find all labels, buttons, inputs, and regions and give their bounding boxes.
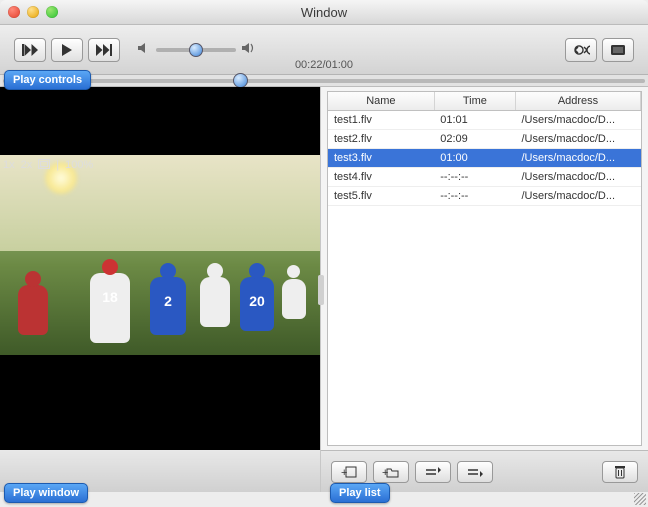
timecode: 00:22/01:00 xyxy=(295,59,353,71)
next-track-button[interactable] xyxy=(88,38,120,62)
zoom-sep: | xyxy=(56,159,59,171)
volume-low-icon xyxy=(138,41,150,59)
play-window-callout: Play window xyxy=(4,483,88,503)
cell-name: test1.flv xyxy=(328,111,434,130)
window-title: Window xyxy=(0,5,648,20)
cell-address: /Users/macdoc/D... xyxy=(516,111,641,130)
play-controls-callout: Play controls xyxy=(4,70,91,90)
toolbar: 00:22/01:00 xyxy=(0,25,648,75)
play-list-callout: Play list xyxy=(330,483,390,503)
fullscreen-button[interactable] xyxy=(602,38,634,62)
col-address[interactable]: Address xyxy=(516,92,641,111)
volume-control xyxy=(138,41,256,59)
seek-track xyxy=(3,79,645,83)
play-button[interactable] xyxy=(51,38,83,62)
cell-address: /Users/macdoc/D... xyxy=(516,187,641,206)
move-down-button[interactable] xyxy=(457,461,493,483)
prev-track-button[interactable] xyxy=(14,38,46,62)
add-file-button[interactable]: + xyxy=(331,461,367,483)
cell-address: /Users/macdoc/D... xyxy=(516,168,641,187)
table-row[interactable]: test5.flv--:--:--/Users/macdoc/D... xyxy=(328,187,641,206)
cell-name: test5.flv xyxy=(328,187,434,206)
zoom-window-button[interactable] xyxy=(46,6,58,18)
cell-name: test3.flv xyxy=(328,149,434,168)
cell-address: /Users/macdoc/D... xyxy=(516,130,641,149)
delete-item-button[interactable] xyxy=(602,461,638,483)
table-row[interactable]: test1.flv01:01/Users/macdoc/D... xyxy=(328,111,641,130)
video-frame: 18 2 20 1x 2x | 100% xyxy=(0,155,320,355)
titlebar: Window xyxy=(0,0,648,25)
main-area: 18 2 20 1x 2x | 100% Name Time xyxy=(0,87,648,492)
table-row[interactable]: test4.flv--:--:--/Users/macdoc/D... xyxy=(328,168,641,187)
cell-name: test4.flv xyxy=(328,168,434,187)
seek-thumb[interactable] xyxy=(233,73,248,88)
table-row[interactable]: test2.flv02:09/Users/macdoc/D... xyxy=(328,130,641,149)
minimize-window-button[interactable] xyxy=(27,6,39,18)
cell-name: test2.flv xyxy=(328,130,434,149)
volume-slider[interactable] xyxy=(156,48,236,52)
volume-thumb[interactable] xyxy=(189,43,203,57)
loop-button[interactable] xyxy=(565,38,597,62)
zoom-percent: 100% xyxy=(65,159,93,171)
table-row[interactable]: test3.flv01:00/Users/macdoc/D... xyxy=(328,149,641,168)
playlist-pane: Name Time Address test1.flv01:01/Users/m… xyxy=(320,87,648,492)
volume-high-icon xyxy=(242,41,256,59)
cell-time: --:--:-- xyxy=(434,168,515,187)
cell-time: 02:09 xyxy=(434,130,515,149)
transport-controls xyxy=(14,38,120,62)
col-name[interactable]: Name xyxy=(328,92,434,111)
zoom-1x-button[interactable]: 1x xyxy=(3,159,15,171)
table-header: Name Time Address xyxy=(328,92,641,111)
cell-address: /Users/macdoc/D... xyxy=(516,149,641,168)
cell-time: 01:01 xyxy=(434,111,515,130)
move-up-button[interactable] xyxy=(415,461,451,483)
add-folder-button[interactable]: + xyxy=(373,461,409,483)
close-window-button[interactable] xyxy=(8,6,20,18)
resize-corner[interactable] xyxy=(634,493,646,505)
svg-text:+: + xyxy=(341,467,347,478)
fit-window-icon[interactable] xyxy=(38,159,50,172)
video-pane: 18 2 20 1x 2x | 100% xyxy=(0,87,320,492)
zoom-2x-button[interactable]: 2x xyxy=(21,159,33,171)
seekbar[interactable] xyxy=(0,75,648,87)
cell-time: --:--:-- xyxy=(434,187,515,206)
pane-resize-handle[interactable] xyxy=(318,275,324,305)
traffic-lights xyxy=(8,6,58,18)
playlist-table: Name Time Address test1.flv01:01/Users/m… xyxy=(327,91,642,446)
cell-time: 01:00 xyxy=(434,149,515,168)
zoom-overlay: 1x 2x | 100% xyxy=(3,159,93,172)
col-time[interactable]: Time xyxy=(434,92,515,111)
svg-text:+: + xyxy=(382,467,388,478)
